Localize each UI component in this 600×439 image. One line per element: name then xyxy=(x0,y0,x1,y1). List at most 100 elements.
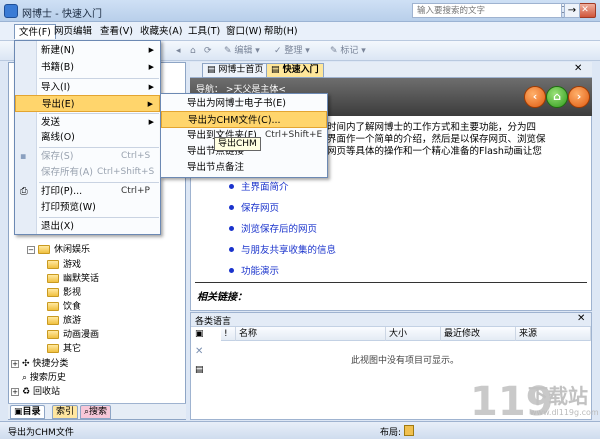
menu-web-edit[interactable]: 网页编辑 xyxy=(50,24,96,39)
delete-icon[interactable]: ✕ xyxy=(195,346,203,357)
watermark-emblem: 119 xyxy=(470,379,554,425)
tree-item[interactable]: 其它 xyxy=(47,342,81,356)
search-go-icon[interactable]: → xyxy=(564,3,580,18)
folder-icon xyxy=(38,245,50,254)
close-tab-icon[interactable]: ✕ xyxy=(574,63,582,74)
category-icon: ✣ xyxy=(22,359,33,369)
file-menu: 新建(N) ▶ 书籍(B) ▶ 导入(I) ▶ 导出(E) ▶ 发送 ▶ 离线(O) ▪ 保… xyxy=(14,40,161,235)
organize-icon: ✓ xyxy=(274,46,282,56)
pane-title-bar: 各类语言 ✕ xyxy=(191,313,591,327)
expand-icon[interactable]: + xyxy=(11,387,19,396)
page-icon: ▤ xyxy=(207,65,219,75)
link-main-ui[interactable]: 主界面简介 xyxy=(241,179,289,193)
bullet xyxy=(229,247,234,252)
menu-item-offline[interactable]: 离线(O) xyxy=(15,129,160,146)
divider xyxy=(195,282,587,283)
link-browse-saved[interactable]: 浏览保存后的网页 xyxy=(241,221,317,235)
tree-item-leisure[interactable]: − 休闲娱乐 xyxy=(27,243,90,257)
left-tabs: ▣目录 索引 ⌕搜索 xyxy=(8,403,186,419)
menu-item-new[interactable]: 新建(N) ▶ xyxy=(15,42,160,59)
submenu-arrow-icon: ▶ xyxy=(148,63,154,71)
collapse-icon[interactable]: − xyxy=(27,245,35,254)
search-history-icon: ⌕ xyxy=(22,373,30,383)
back-icon[interactable]: ◂ xyxy=(176,44,181,58)
tag-button[interactable]: ✎ 标记 ▾ xyxy=(330,44,366,58)
menu-view[interactable]: 查看(V) xyxy=(96,24,137,39)
intro-line: 界面作一个简单的介绍，然后是以保存网页、浏览保 xyxy=(327,134,546,145)
home-icon[interactable]: ⌂ xyxy=(190,44,196,58)
menu-item-export-ebook[interactable]: 导出为网博士电子书(E) xyxy=(161,95,327,112)
menu-item-print-preview[interactable]: 打印预览(W) xyxy=(15,199,160,216)
prev-icon[interactable]: ‹ xyxy=(524,86,546,108)
menu-item-import[interactable]: 导入(I) ▶ xyxy=(15,79,160,96)
new-icon[interactable]: ▣ xyxy=(195,329,204,339)
bullet xyxy=(229,205,234,210)
folder-icon xyxy=(47,302,59,311)
bullet xyxy=(229,226,234,231)
empty-message: 此视图中没有项目可显示。 xyxy=(351,356,460,366)
menu-item-print[interactable]: ⎙ 打印(P)... Ctrl+P xyxy=(15,183,160,200)
tab-homepage[interactable]: ▤ 网博士首页 xyxy=(202,63,269,78)
document-tabs: ▤ 网博士首页 ▤ 快速入门 ✕ xyxy=(190,62,592,78)
expand-icon[interactable]: + xyxy=(11,359,19,368)
organize-button[interactable]: ✓ 整理 ▾ xyxy=(274,44,310,58)
close-pane-icon[interactable]: ✕ xyxy=(577,313,585,324)
menu-item-export[interactable]: 导出(E) ▶ xyxy=(15,95,160,112)
tree-item[interactable]: 幽默笑话 xyxy=(47,272,99,286)
printer-icon: ⎙ xyxy=(20,186,28,197)
link-save-page[interactable]: 保存网页 xyxy=(241,200,279,214)
search-input[interactable] xyxy=(412,3,562,18)
tree-item-shortcut-categories[interactable]: + ✣ 快捷分类 xyxy=(11,357,68,371)
menu-help[interactable]: 帮助(H) xyxy=(260,24,302,39)
menu-item-exit[interactable]: 退出(X) xyxy=(15,218,160,235)
column-name[interactable]: 名称 xyxy=(236,327,386,341)
tree-item[interactable]: 影视 xyxy=(47,286,81,300)
menu-item-books[interactable]: 书籍(B) ▶ xyxy=(15,59,160,76)
submenu-arrow-icon: ▶ xyxy=(148,46,154,54)
bullet xyxy=(229,268,234,273)
watermark-text: 下载站 xyxy=(528,384,588,408)
properties-icon[interactable]: ▤ xyxy=(195,365,204,375)
watermark-logo: 119 下载站 www.dl119g.com xyxy=(470,376,599,434)
export-submenu: 导出为网博士电子书(E) 导出为CHM文件(C)... 导出到文件夹(F) Ctr… xyxy=(160,93,328,178)
pane-title: 各类语言 xyxy=(195,317,232,327)
tree-item-recycle-bin[interactable]: + ♻ 回收站 xyxy=(11,385,60,399)
related-links-heading: 相关链接： xyxy=(197,292,247,303)
tab-index[interactable]: 索引 xyxy=(52,405,79,419)
menu-item-save-all[interactable]: 保存所有(A) Ctrl+Shift+S xyxy=(15,164,160,181)
app-icon xyxy=(4,4,18,18)
link-demo[interactable]: 功能演示 xyxy=(241,263,279,277)
tree-item[interactable]: 饮食 xyxy=(47,300,81,314)
tab-search[interactable]: ⌕搜索 xyxy=(80,405,112,419)
tree-item[interactable]: 游戏 xyxy=(47,258,81,272)
submenu-arrow-icon: ▶ xyxy=(148,83,154,91)
column-size[interactable]: 大小 xyxy=(386,327,441,341)
recycle-bin-icon: ♻ xyxy=(22,387,33,397)
edit-button[interactable]: ✎ 编辑 ▾ xyxy=(224,44,260,58)
layout-label: 布局: xyxy=(380,428,402,438)
tree-item-search-history[interactable]: ⌕ 搜索历史 xyxy=(11,371,66,385)
window-title: 网博士 - 快速入门 xyxy=(22,9,102,20)
refresh-icon[interactable]: ⟳ xyxy=(204,44,212,58)
tab-quick-start[interactable]: ▤ 快速入门 xyxy=(266,63,324,78)
tooltip: 导出CHM xyxy=(214,137,261,151)
tree-item[interactable]: 动画漫画 xyxy=(47,328,99,342)
next-icon[interactable]: › xyxy=(568,86,590,108)
tab-directory[interactable]: ▣目录 xyxy=(10,405,45,419)
intro-line: 网页等具体的操作和一个精心准备的Flash动画让您 xyxy=(327,146,542,157)
tree-item[interactable]: 旅游 xyxy=(47,314,81,328)
column-modified[interactable]: 最近修改 xyxy=(441,327,516,341)
flag-column-icon[interactable]: ! xyxy=(221,327,236,341)
menu-tools[interactable]: 工具(T) xyxy=(184,24,224,39)
menu-bar: 文件(F) 网页编辑 查看(V) 收藏夹(A) 工具(T) 窗口(W) 帮助(H… xyxy=(0,22,600,41)
menu-item-export-chm[interactable]: 导出为CHM文件(C)... xyxy=(161,111,327,128)
home-nav-icon[interactable]: ⌂ xyxy=(546,86,568,108)
link-share[interactable]: 与朋友共享收集的信息 xyxy=(241,242,336,256)
menu-favorites[interactable]: 收藏夹(A) xyxy=(136,24,186,39)
column-source[interactable]: 来源 xyxy=(516,327,591,341)
folder-icon xyxy=(47,260,59,269)
menu-item-save[interactable]: ▪ 保存(S) Ctrl+S xyxy=(15,148,160,165)
menu-item-export-node-notes[interactable]: 导出节点备注 xyxy=(161,159,327,176)
layout-icon[interactable] xyxy=(404,425,414,436)
tag-icon: ✎ xyxy=(330,46,338,56)
